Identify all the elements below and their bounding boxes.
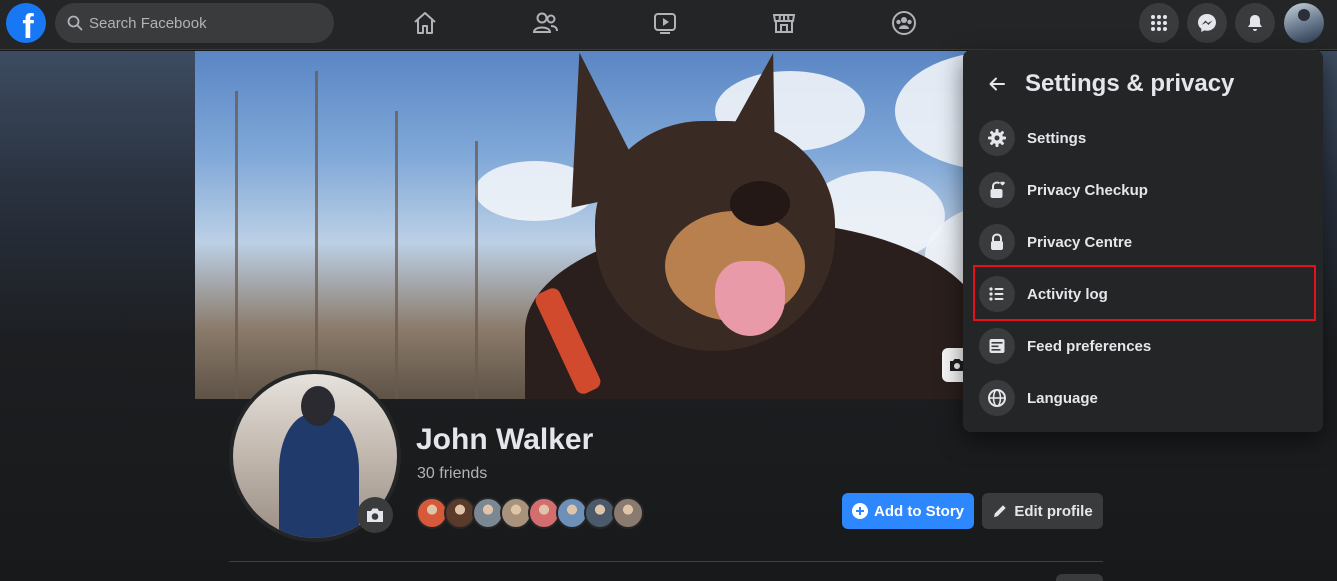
camera-icon: [367, 508, 383, 522]
bell-icon: [1248, 15, 1262, 31]
gear-icon: [979, 120, 1015, 156]
list-icon: [979, 276, 1015, 312]
search-input[interactable]: [89, 14, 319, 32]
account-avatar[interactable]: [1284, 3, 1324, 43]
profile-name: John Walker: [416, 423, 594, 456]
friends-nav-button[interactable]: [525, 5, 565, 41]
menu-item-settings[interactable]: Settings: [973, 112, 1313, 164]
search-icon: [67, 15, 83, 31]
menu-item-privacy-centre[interactable]: Privacy Centre: [973, 216, 1313, 268]
store-icon: [772, 14, 796, 33]
update-profile-picture-button[interactable]: [357, 497, 393, 533]
back-button[interactable]: [979, 66, 1015, 102]
video-icon: [654, 13, 676, 34]
friend-avatars-list: [416, 497, 644, 529]
top-navigation-bar: f: [0, 0, 1337, 50]
watch-nav-button[interactable]: [645, 5, 685, 41]
menu-title: Settings & privacy: [1025, 70, 1235, 97]
friend-avatar[interactable]: [612, 497, 644, 529]
globe-icon: [979, 380, 1015, 416]
add-to-story-button[interactable]: Add to Story: [842, 493, 974, 529]
friends-count[interactable]: 30 friends: [417, 465, 487, 483]
friends-icon: [532, 12, 558, 33]
plus-circle-icon: [852, 503, 868, 519]
menu-item-feed-preferences[interactable]: Feed preferences: [973, 320, 1313, 372]
grid-menu-icon: [1151, 15, 1167, 31]
settings-privacy-menu: Settings & privacy Settings Privacy Chec…: [963, 50, 1323, 432]
menu-header: Settings & privacy: [979, 64, 1234, 104]
messenger-button[interactable]: [1187, 3, 1227, 43]
notifications-button[interactable]: [1235, 3, 1275, 43]
pencil-icon: [994, 505, 1007, 517]
menu-item-language[interactable]: Language: [973, 372, 1313, 424]
groups-icon: [892, 11, 916, 35]
messenger-icon: [1198, 14, 1216, 32]
groups-nav-button[interactable]: [884, 5, 924, 41]
home-icon: [414, 12, 436, 34]
edit-profile-button[interactable]: Edit profile: [982, 493, 1103, 529]
facebook-logo[interactable]: f: [6, 3, 46, 46]
search-bar[interactable]: [55, 3, 334, 43]
home-nav-button[interactable]: [405, 5, 445, 41]
marketplace-nav-button[interactable]: [764, 5, 804, 41]
menu-item-privacy-checkup[interactable]: Privacy Checkup: [973, 164, 1313, 216]
menu-button[interactable]: [1139, 3, 1179, 43]
back-arrow-icon: [989, 77, 1005, 91]
menu-item-activity-log[interactable]: Activity log: [973, 268, 1313, 320]
lock-heart-icon: [979, 172, 1015, 208]
more-options-button[interactable]: [1056, 574, 1103, 581]
lock-icon: [979, 224, 1015, 260]
feed-icon: [979, 328, 1015, 364]
profile-divider: [229, 561, 1103, 562]
